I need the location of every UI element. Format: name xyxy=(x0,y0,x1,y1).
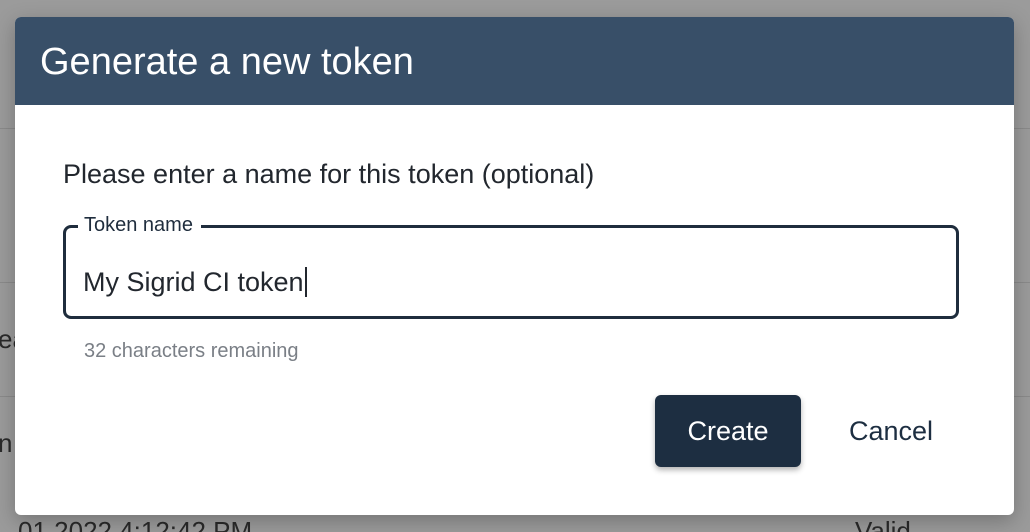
create-button[interactable]: Create xyxy=(655,395,801,467)
token-name-field[interactable]: Token name My Sigrid CI token xyxy=(63,214,959,319)
background-text-fragment: 01 2022 4:12:42 PM xyxy=(18,516,253,532)
characters-remaining-hint: 32 characters remaining xyxy=(84,340,299,362)
token-name-input[interactable]: My Sigrid CI token xyxy=(83,266,307,298)
dialog-title: Generate a new token xyxy=(40,41,414,83)
token-name-value: My Sigrid CI token xyxy=(83,267,304,297)
background-text-fragment: Valid xyxy=(855,516,911,532)
generate-token-dialog: Generate a new token Please enter a name… xyxy=(15,17,1014,515)
dialog-prompt: Please enter a name for this token (opti… xyxy=(63,159,595,189)
token-name-label: Token name xyxy=(78,214,201,236)
text-caret xyxy=(304,267,307,297)
cancel-button[interactable]: Cancel xyxy=(827,395,955,467)
dialog-header: Generate a new token xyxy=(15,17,1014,105)
background-text-fragment: n xyxy=(0,428,13,458)
